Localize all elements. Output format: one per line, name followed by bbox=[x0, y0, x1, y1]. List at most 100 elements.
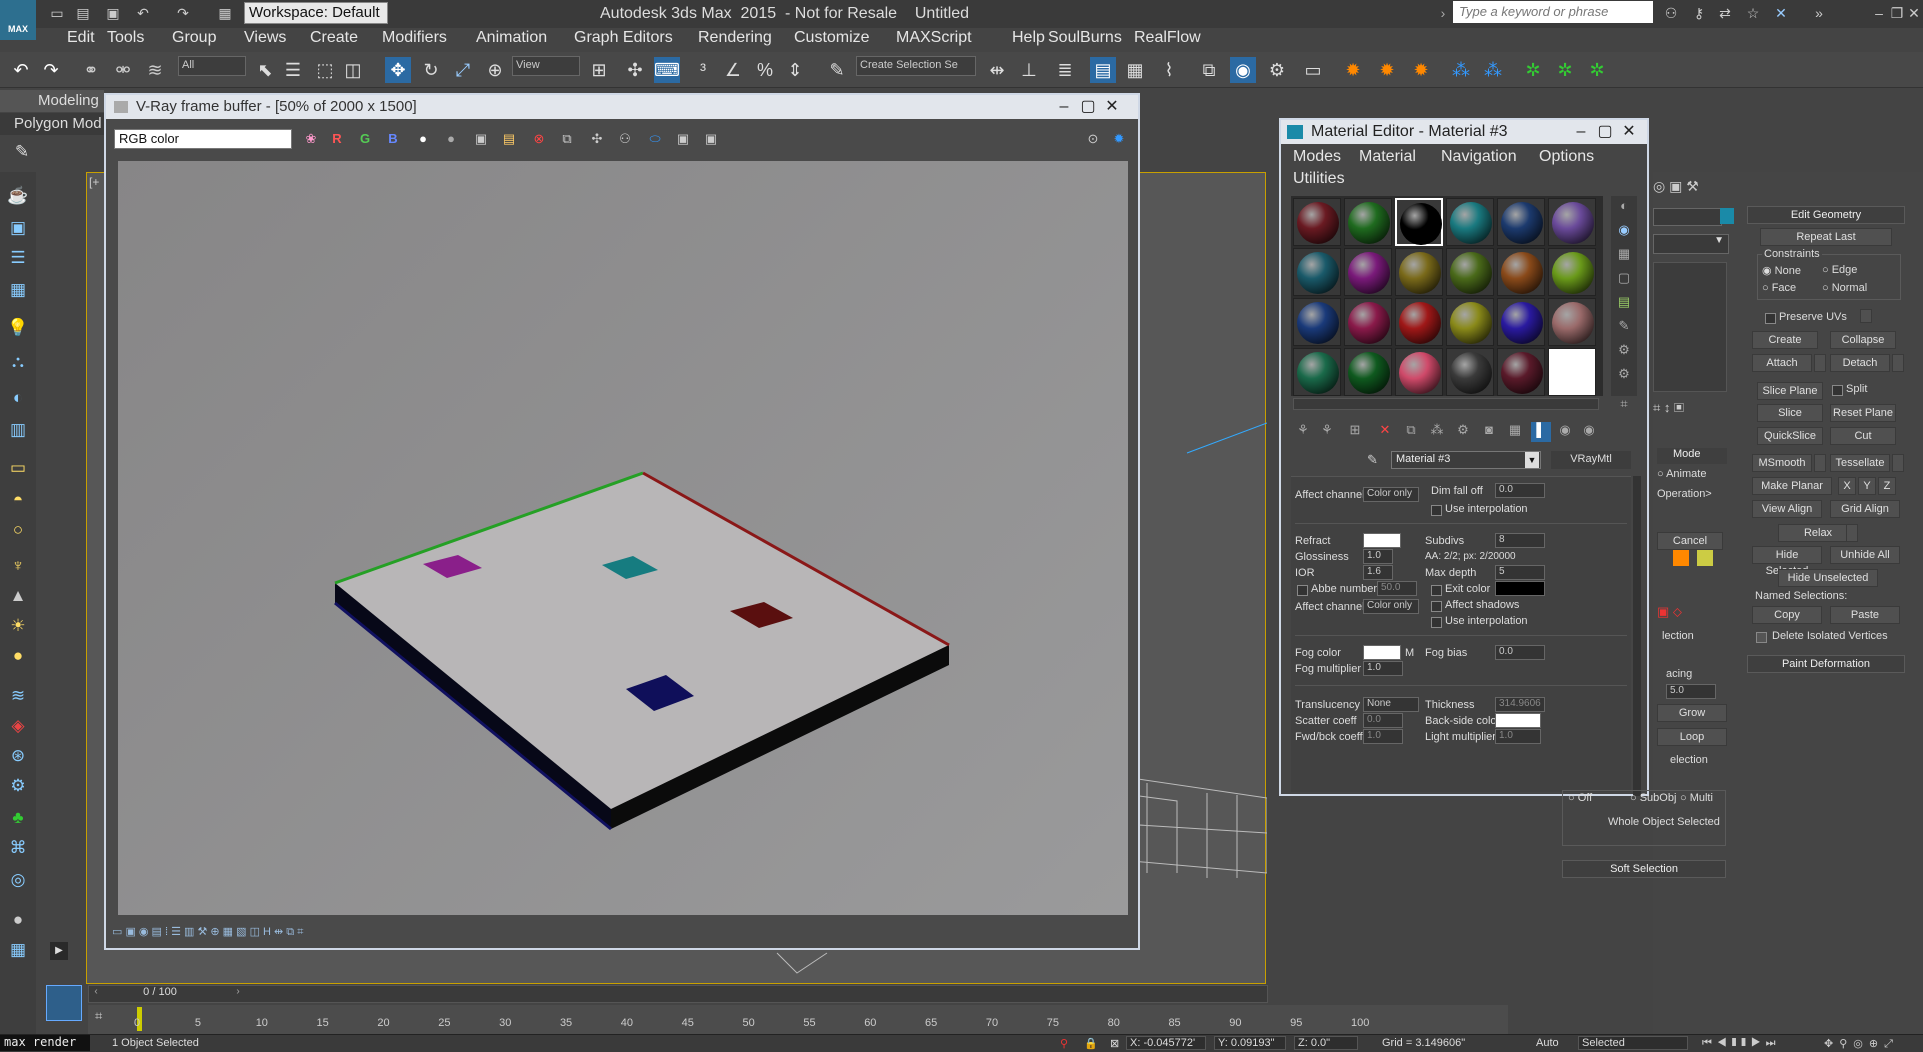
sphere-light-icon[interactable]: ○ bbox=[6, 520, 30, 542]
red-channel-button[interactable]: R bbox=[328, 130, 346, 148]
material-slot[interactable] bbox=[1497, 248, 1545, 296]
material-slot[interactable] bbox=[1497, 198, 1545, 246]
dome-grid-icon[interactable]: ⊛ bbox=[6, 746, 30, 768]
image-icon[interactable]: ▣ bbox=[6, 218, 30, 240]
select-by-name-icon[interactable]: ☰ bbox=[280, 57, 306, 83]
backlight-icon[interactable]: ◉ bbox=[1615, 222, 1633, 240]
backside-color-swatch[interactable] bbox=[1495, 713, 1541, 728]
split-checkbox[interactable] bbox=[1832, 385, 1843, 396]
film-icon[interactable]: ▥ bbox=[6, 420, 30, 442]
modifier-list-dropdown[interactable]: ▼ bbox=[1653, 234, 1729, 254]
teapot-icon[interactable]: ☕ bbox=[6, 186, 30, 208]
schematic-view-icon[interactable]: ⧉ bbox=[1196, 57, 1222, 83]
redo-button[interactable]: ↷ bbox=[38, 57, 64, 83]
make-planar-button[interactable]: Make Planar bbox=[1752, 477, 1832, 495]
render-setup-icon[interactable]: ⚙ bbox=[1264, 57, 1290, 83]
exchange-icon[interactable]: ⇄ bbox=[1716, 4, 1734, 22]
material-slot[interactable] bbox=[1395, 198, 1443, 246]
menu-tools[interactable]: Tools bbox=[107, 29, 144, 47]
copy-material-icon[interactable]: ⧉ bbox=[1401, 422, 1421, 442]
me-minimize-button[interactable]: – bbox=[1571, 122, 1591, 142]
material-editor-window[interactable]: Material Editor - Material #3 – ▢ ✕ Mode… bbox=[1279, 118, 1649, 796]
slots-scrollbar[interactable] bbox=[1293, 398, 1599, 410]
next-frame-icon[interactable]: › bbox=[231, 986, 245, 1002]
operation-label[interactable]: Operation> bbox=[1657, 488, 1712, 500]
menu-group[interactable]: Group bbox=[172, 29, 216, 47]
mode-rollout[interactable]: Mode bbox=[1657, 448, 1727, 464]
menu-customize[interactable]: Customize bbox=[794, 29, 870, 47]
edit-mode-icon[interactable]: ✎ bbox=[10, 142, 34, 164]
helper-icon[interactable]: ◐ bbox=[6, 388, 30, 410]
stop-render-icon[interactable]: ▣ bbox=[702, 130, 720, 148]
snap-3d-icon[interactable]: ³ bbox=[690, 57, 716, 83]
color-picker-icon[interactable]: ❀ bbox=[302, 130, 320, 148]
reference-coord-dropdown[interactable]: View bbox=[512, 56, 580, 76]
dim-falloff-field[interactable]: 0.0 bbox=[1495, 483, 1545, 498]
key-filter-dropdown[interactable]: Selected bbox=[1578, 1036, 1688, 1050]
fog-multiplier-field[interactable]: 1.0 bbox=[1363, 661, 1403, 676]
material-editor-icon[interactable]: ◉ bbox=[1230, 57, 1256, 83]
glossiness-field[interactable]: 1.0 bbox=[1363, 549, 1393, 564]
material-slot[interactable] bbox=[1548, 248, 1596, 296]
preserve-uvs-settings[interactable] bbox=[1860, 309, 1872, 323]
fwdbck-field[interactable]: 1.0 bbox=[1363, 729, 1403, 744]
menu-soulburns[interactable]: SoulBurns bbox=[1048, 29, 1122, 47]
preserve-uvs-checkbox[interactable] bbox=[1765, 313, 1776, 324]
modifier-stack[interactable] bbox=[1653, 262, 1727, 392]
me-menu-material[interactable]: Material bbox=[1359, 148, 1416, 166]
material-slot[interactable] bbox=[1548, 198, 1596, 246]
pivot-icon[interactable]: ⊞ bbox=[586, 57, 612, 83]
mono-icon[interactable]: ● bbox=[442, 130, 460, 148]
menu-views[interactable]: Views bbox=[244, 29, 286, 47]
max-depth-field[interactable]: 5 bbox=[1495, 565, 1545, 580]
me-menu-modes[interactable]: Modes bbox=[1293, 148, 1341, 166]
layer-manager-icon[interactable]: ≣ bbox=[1052, 57, 1078, 83]
object-name-field[interactable] bbox=[1653, 208, 1722, 226]
viewport-nav-icons[interactable]: ✥⚲◎⊕⤢ bbox=[1824, 1037, 1899, 1051]
cancel-button[interactable]: Cancel bbox=[1657, 532, 1723, 550]
workspace-dropdown[interactable]: Workspace: Default bbox=[244, 2, 388, 24]
scatter-field[interactable]: 0.0 bbox=[1363, 713, 1403, 728]
menu-realflow[interactable]: RealFlow bbox=[1134, 29, 1201, 47]
proxy-icon[interactable]: ◈ bbox=[6, 716, 30, 738]
load-image-icon[interactable]: ▤ bbox=[500, 130, 518, 148]
render-last-icon[interactable]: ▣ bbox=[674, 130, 692, 148]
bind-spacewarp-icon[interactable]: ≋ bbox=[142, 57, 168, 83]
planar-z-button[interactable]: Z bbox=[1878, 477, 1896, 495]
translucency-dropdown[interactable]: None bbox=[1363, 697, 1419, 712]
list-icon[interactable]: ☰ bbox=[6, 248, 30, 270]
material-slot[interactable] bbox=[1395, 298, 1443, 346]
constraint-none-radio[interactable]: ◉ None bbox=[1762, 264, 1801, 277]
material-id-icon[interactable]: ◙ bbox=[1479, 422, 1499, 442]
msmooth-button[interactable]: MSmooth bbox=[1752, 454, 1812, 472]
reset-map-icon[interactable]: ✕ bbox=[1375, 422, 1395, 442]
vfb-maximize-button[interactable]: ▢ bbox=[1078, 97, 1098, 117]
spinner-snap-icon[interactable]: ⇕ bbox=[782, 57, 808, 83]
auto-key-button[interactable]: Auto bbox=[1536, 1037, 1559, 1049]
sun-icon[interactable]: ☀ bbox=[6, 616, 30, 638]
mini-listener[interactable] bbox=[46, 985, 82, 1021]
menu-graph-editors[interactable]: Graph Editors bbox=[574, 29, 673, 47]
save-image-icon[interactable]: ▣ bbox=[472, 130, 490, 148]
background-icon[interactable]: ▦ bbox=[1615, 246, 1633, 264]
more-icon[interactable]: » bbox=[1810, 4, 1828, 22]
gradient-icon[interactable]: ≋ bbox=[6, 686, 30, 708]
material-slot[interactable] bbox=[1293, 298, 1341, 346]
assign-to-selection-icon[interactable]: ⊞ bbox=[1345, 422, 1365, 442]
plugin-tool3-icon[interactable]: ✲ bbox=[1520, 57, 1546, 83]
use-interpolation-checkbox[interactable] bbox=[1431, 505, 1442, 516]
hair-icon[interactable]: ⌘ bbox=[6, 838, 30, 860]
render-frame-icon[interactable]: ▭ bbox=[1300, 57, 1326, 83]
plugin-tool5-icon[interactable]: ✲ bbox=[1584, 57, 1610, 83]
fog-map-button[interactable]: M bbox=[1405, 647, 1414, 659]
curve-editor-icon[interactable]: ⌇ bbox=[1156, 57, 1182, 83]
menu-animation[interactable]: Animation bbox=[476, 29, 547, 47]
stack-tools[interactable]: ⌗ ↕ ▣ bbox=[1653, 400, 1729, 420]
repeat-last-button[interactable]: Repeat Last bbox=[1760, 228, 1892, 246]
material-slot[interactable] bbox=[1548, 298, 1596, 346]
green-channel-button[interactable]: G bbox=[356, 130, 374, 148]
calculator-icon[interactable]: ▦ bbox=[6, 940, 30, 962]
plugin-tool4-icon[interactable]: ✲ bbox=[1552, 57, 1578, 83]
menu-create[interactable]: Create bbox=[310, 29, 358, 47]
render-icon[interactable]: ✹ bbox=[1340, 57, 1366, 83]
